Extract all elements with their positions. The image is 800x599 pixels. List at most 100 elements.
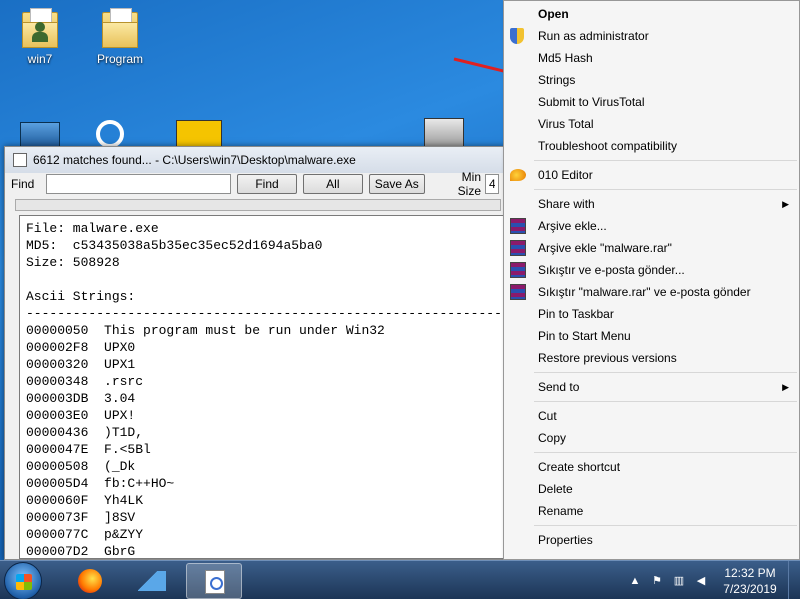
menu-item-label: Properties xyxy=(538,533,593,547)
network-icon[interactable]: ▥ xyxy=(668,574,690,587)
clock[interactable]: 12:32 PM 7/23/2019 xyxy=(712,565,788,597)
menu-separator xyxy=(534,160,797,161)
menu-item-label: Send to xyxy=(538,380,580,394)
menu-separator xyxy=(534,189,797,190)
winrar-icon xyxy=(510,240,526,256)
system-tray: ▲ ⚑ ▥ ◀ 12:32 PM 7/23/2019 xyxy=(624,561,800,599)
menu-item-label: Copy xyxy=(538,431,567,445)
windows-logo-icon xyxy=(16,574,32,590)
menu-item-ar-ive-ekle[interactable]: Arşive ekle... xyxy=(504,215,799,237)
menu-item-label: Md5 Hash xyxy=(538,51,593,65)
menu-item-label: Create shortcut xyxy=(538,460,621,474)
search-icon[interactable] xyxy=(96,120,124,148)
show-hidden-icons-button[interactable]: ▲ xyxy=(624,575,646,587)
context-menu: Open Run as administrator Md5 Hash Strings S… xyxy=(503,0,800,560)
volume-icon[interactable]: ◀ xyxy=(690,574,712,587)
menu-item-s-k-t-r-malware-rar-ve-e-posta-g-nder[interactable]: Sıkıştır "malware.rar" ve e-posta gönder xyxy=(504,281,799,303)
show-desktop-button[interactable] xyxy=(788,561,800,599)
desktop-icon-label: Program xyxy=(96,52,143,66)
menu-item-share-with[interactable]: Share with ▶ xyxy=(504,193,799,215)
find-button[interactable]: Find xyxy=(237,174,297,194)
menu-item-label: Delete xyxy=(538,482,573,496)
menu-item-label: Submit to VirusTotal xyxy=(538,95,645,109)
menu-item-label: Restore previous versions xyxy=(538,351,677,365)
menu-item-label: Sıkıştır "malware.rar" ve e-posta gönder xyxy=(538,285,751,299)
desktop-icon-win7[interactable]: win7 xyxy=(8,8,72,66)
wireshark-icon xyxy=(138,571,166,591)
menu-item-label: Strings xyxy=(538,73,576,87)
desktop-icon-label: win7 xyxy=(27,52,53,66)
menu-item-copy[interactable]: Copy xyxy=(504,427,799,449)
winrar-icon xyxy=(510,262,526,278)
menu-separator xyxy=(534,401,797,402)
menu-item-create-shortcut[interactable]: Create shortcut xyxy=(504,456,799,478)
menu-item-label: Open xyxy=(538,7,569,21)
menu-item-delete[interactable]: Delete xyxy=(504,478,799,500)
find-input[interactable] xyxy=(45,174,232,194)
menu-item-label: Troubleshoot compatibility xyxy=(538,139,677,153)
clock-date: 7/23/2019 xyxy=(723,581,777,596)
menu-item-md5-hash[interactable]: Md5 Hash xyxy=(504,47,799,69)
all-button[interactable]: All xyxy=(302,174,363,194)
min-size-input[interactable] xyxy=(485,174,499,194)
taskbar-wireshark-button[interactable] xyxy=(124,563,180,599)
editor-icon xyxy=(510,167,526,183)
menu-item-label: Run as administrator xyxy=(538,29,649,43)
search-toolbar: Find Find All Save As Min Size xyxy=(5,170,505,198)
menu-item-label: Pin to Start Menu xyxy=(538,329,631,343)
menu-item-label: Arşive ekle "malware.rar" xyxy=(538,241,672,255)
menu-item-properties[interactable]: Properties xyxy=(504,529,799,551)
window-titlebar[interactable]: 6612 matches found... - C:\Users\win7\De… xyxy=(5,147,505,173)
menu-item-010-editor[interactable]: 010 Editor xyxy=(504,164,799,186)
taskbar-strings-button[interactable] xyxy=(186,563,242,599)
menu-item-send-to[interactable]: Send to ▶ xyxy=(504,376,799,398)
menu-separator xyxy=(534,525,797,526)
window-title: 6612 matches found... - C:\Users\win7\De… xyxy=(33,153,356,167)
menu-item-s-k-t-r-ve-e-posta-g-nder[interactable]: Sıkıştır ve e-posta gönder... xyxy=(504,259,799,281)
start-button[interactable] xyxy=(4,562,42,599)
desktop-icon-program[interactable]: Program xyxy=(88,8,152,66)
menu-item-restore-previous-versions[interactable]: Restore previous versions xyxy=(504,347,799,369)
folder-icon xyxy=(102,8,138,48)
strings-output[interactable]: File: malware.exe MD5: c53435038a5b35ec3… xyxy=(19,215,505,559)
find-label: Find xyxy=(11,177,35,191)
firefox-icon xyxy=(78,569,102,593)
menu-item-cut[interactable]: Cut xyxy=(504,405,799,427)
menu-separator xyxy=(534,372,797,373)
app-icon xyxy=(13,153,27,167)
menu-item-submit-to-virustotal[interactable]: Submit to VirusTotal xyxy=(504,91,799,113)
taskbar: ▲ ⚑ ▥ ◀ 12:32 PM 7/23/2019 xyxy=(0,560,800,599)
user-folder-icon xyxy=(22,8,58,48)
menu-item-virus-total[interactable]: Virus Total xyxy=(504,113,799,135)
submenu-arrow-icon: ▶ xyxy=(782,199,789,209)
strings-app-icon xyxy=(205,570,225,594)
network-computer-icon[interactable] xyxy=(424,118,464,148)
menu-item-troubleshoot-compatibility[interactable]: Troubleshoot compatibility xyxy=(504,135,799,157)
menu-item-open[interactable]: Open xyxy=(504,3,799,25)
winrar-icon xyxy=(510,218,526,234)
app-icon-ph[interactable] xyxy=(176,120,222,148)
save-as-button[interactable]: Save As xyxy=(368,174,425,194)
menu-item-label: Cut xyxy=(538,409,557,423)
menu-item-run-as-administrator[interactable]: Run as administrator xyxy=(504,25,799,47)
menu-item-label: Virus Total xyxy=(538,117,594,131)
menu-item-label: Rename xyxy=(538,504,584,518)
clock-time: 12:32 PM xyxy=(724,565,776,580)
menu-item-pin-to-taskbar[interactable]: Pin to Taskbar xyxy=(504,303,799,325)
menu-item-pin-to-start-menu[interactable]: Pin to Start Menu xyxy=(504,325,799,347)
menu-item-label: Arşive ekle... xyxy=(538,219,607,233)
menu-item-label: Sıkıştır ve e-posta gönder... xyxy=(538,263,685,277)
strings-window: 6612 matches found... - C:\Users\win7\De… xyxy=(4,146,506,560)
menu-item-ar-ive-ekle-malware-rar[interactable]: Arşive ekle "malware.rar" xyxy=(504,237,799,259)
menu-item-rename[interactable]: Rename xyxy=(504,500,799,522)
menu-item-strings[interactable]: Strings xyxy=(504,69,799,91)
taskbar-firefox-button[interactable] xyxy=(62,563,118,599)
menu-item-label: Pin to Taskbar xyxy=(538,307,614,321)
shield-icon xyxy=(510,28,526,44)
computer-icon[interactable] xyxy=(20,122,60,148)
progress-bar xyxy=(15,199,501,211)
submenu-arrow-icon: ▶ xyxy=(782,382,789,392)
menu-item-label: 010 Editor xyxy=(538,168,593,182)
action-center-icon[interactable]: ⚑ xyxy=(646,574,668,587)
menu-item-label: Share with xyxy=(538,197,595,211)
